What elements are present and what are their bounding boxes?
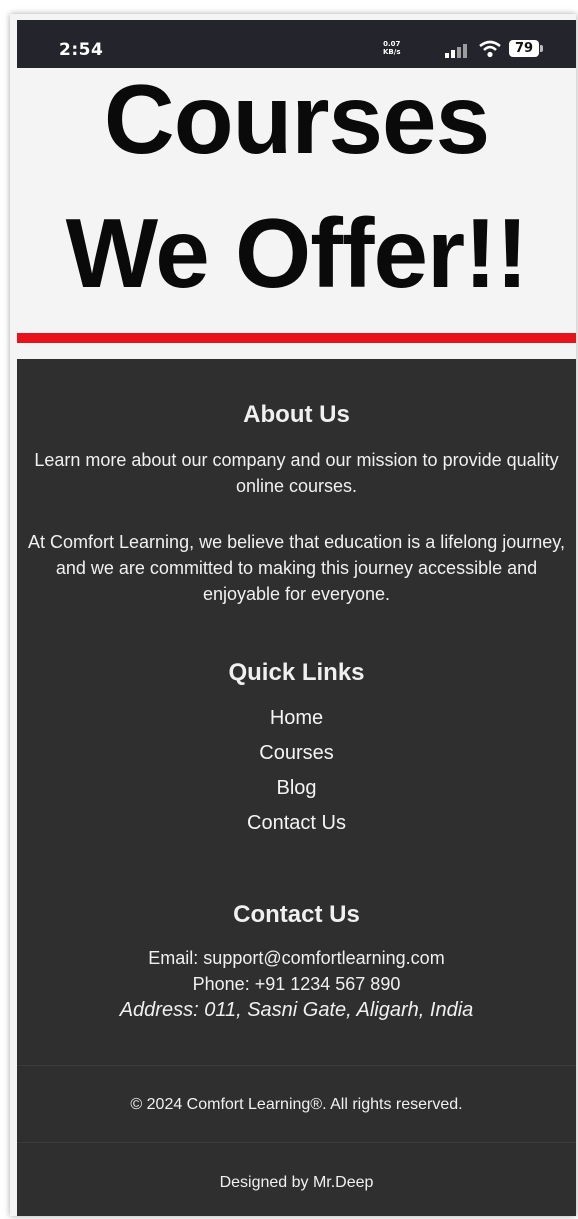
quick-links-title: Quick Links <box>228 659 365 686</box>
phone-screen: 2:54 0.07 KB/s 79 Courses We Offer!! Abo <box>10 14 576 1216</box>
contact-address: Address: 011, Sasni Gate, Aligarh, India <box>119 999 474 1021</box>
footer-divider-2 <box>17 1142 576 1143</box>
spacer <box>17 343 576 359</box>
page-title-line2: We Offer!! <box>65 198 529 308</box>
about-paragraph-2: At Comfort Learning, we believe that edu… <box>28 532 565 604</box>
contact-phone[interactable]: Phone: +91 1234 567 890 <box>17 974 576 995</box>
page-title-line1: Courses <box>103 64 490 174</box>
link-courses[interactable]: Courses <box>17 742 576 765</box>
accent-divider <box>17 333 576 343</box>
network-speed-value: 0.07 <box>383 40 401 48</box>
contact-email[interactable]: Email: support@comfortlearning.com <box>17 948 576 969</box>
link-home[interactable]: Home <box>17 707 576 730</box>
battery-tip <box>540 45 543 52</box>
designed-by-text: Designed by Mr.Deep <box>219 1174 374 1191</box>
contact-title: Contact Us <box>233 901 360 928</box>
site-footer: About Us Learn more about our company an… <box>17 359 576 1216</box>
link-blog[interactable]: Blog <box>17 777 576 800</box>
footer-divider <box>17 1065 576 1066</box>
about-paragraph-1: Learn more about our company and our mis… <box>34 450 559 496</box>
link-contact-us[interactable]: Contact Us <box>17 812 576 835</box>
hero-section: Courses We Offer!! <box>17 64 576 333</box>
about-title: About Us <box>243 401 350 428</box>
page-title: Courses We Offer!! <box>17 52 576 320</box>
copyright-text: © 2024 Comfort Learning®. All rights res… <box>130 1096 463 1113</box>
